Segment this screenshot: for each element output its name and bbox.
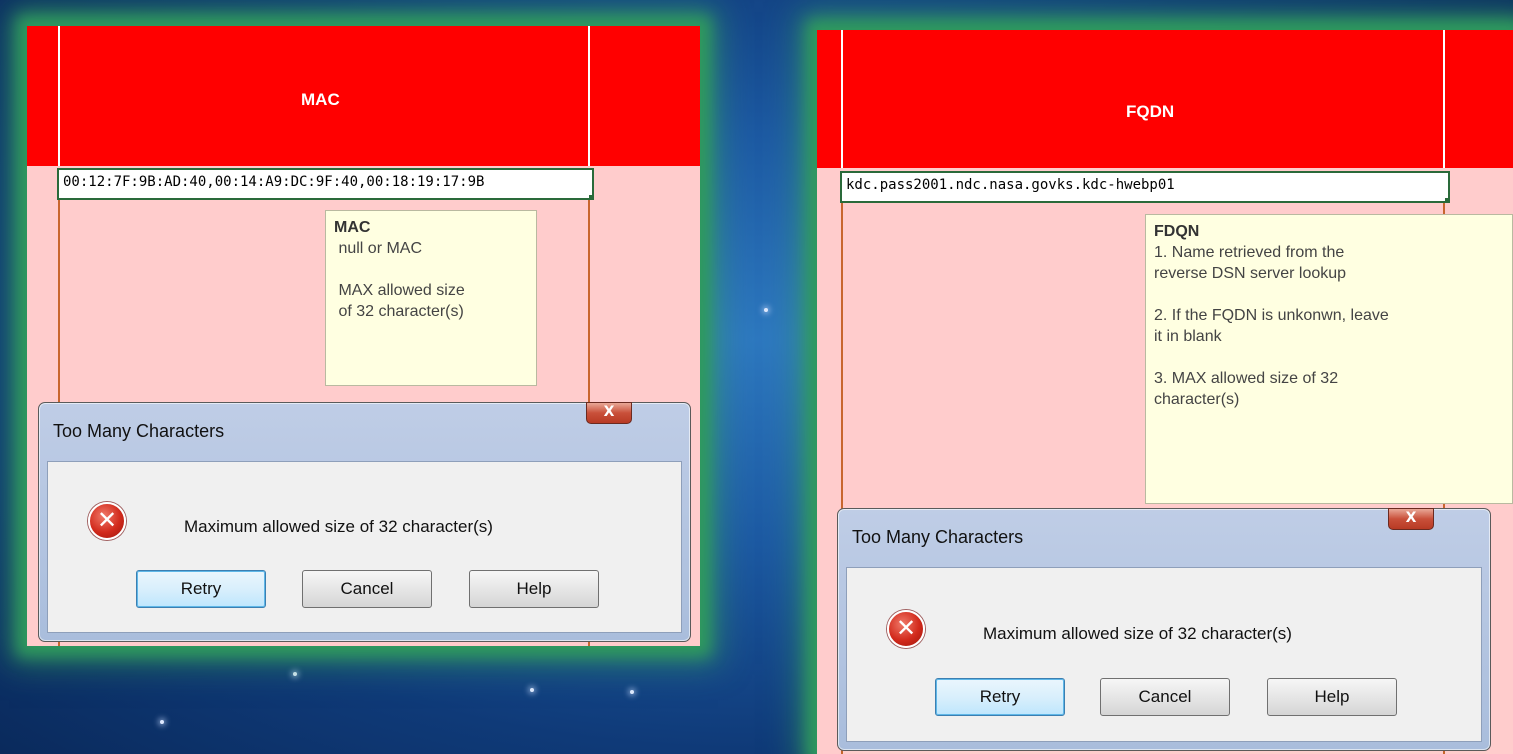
mac-input-tooltip: MAC null or MAC MAX allowed size of 32 c… [325, 210, 537, 386]
fqdn-cell-input[interactable]: kdc.pass2001.ndc.nasa.govks.kdc-hwebp01 [840, 171, 1450, 203]
mac-cell-value: 00:12:7F:9B:AD:40,00:14:A9:DC:9F:40,00:1… [63, 174, 485, 190]
tooltip-line: reverse DSN server lookup [1154, 265, 1347, 282]
error-icon: ✕ [88, 502, 126, 540]
tooltip-line: 3. MAX allowed size of 32 [1154, 370, 1339, 387]
dialog-message: Maximum allowed size of 32 character(s) [983, 624, 1292, 643]
dialog-title: Too Many Characters [53, 421, 225, 441]
column-divider [58, 26, 60, 166]
mac-header-label: MAC [301, 90, 340, 109]
retry-button[interactable]: Retry [136, 570, 266, 608]
help-button[interactable]: Help [469, 570, 599, 608]
close-button[interactable]: X [1388, 508, 1434, 530]
background-star [293, 672, 297, 676]
fqdn-spreadsheet-panel: FQDN kdc.pass2001.ndc.nasa.govks.kdc-hwe… [817, 30, 1513, 754]
tooltip-line: MAX allowed size [334, 282, 465, 299]
too-many-characters-dialog: Too Many Characters X ✕ Maximum allowed … [38, 402, 691, 642]
cancel-button[interactable]: Cancel [1100, 678, 1230, 716]
tooltip-line: 2. If the FQDN is unkonwn, leave [1154, 307, 1389, 324]
mac-spreadsheet-panel: MAC 00:12:7F:9B:AD:40,00:14:A9:DC:9F:40,… [27, 26, 700, 646]
dialog-body: ✕ Maximum allowed size of 32 character(s… [47, 461, 682, 633]
retry-button[interactable]: Retry [935, 678, 1065, 716]
tooltip-title: MAC [334, 219, 371, 236]
tooltip-line: null or MAC [334, 240, 423, 257]
background-star [764, 308, 768, 312]
mac-column-header[interactable]: MAC [27, 26, 700, 166]
fill-handle[interactable] [1445, 198, 1448, 201]
background-star [530, 688, 534, 692]
close-button[interactable]: X [586, 402, 632, 424]
fill-handle[interactable] [589, 195, 592, 198]
tooltip-line: 1. Name retrieved from the [1154, 244, 1345, 261]
error-icon: ✕ [887, 610, 925, 648]
dialog-title: Too Many Characters [852, 527, 1024, 547]
fqdn-column-header[interactable]: FQDN [817, 30, 1513, 168]
background-star [630, 690, 634, 694]
tooltip-line: it in blank [1154, 328, 1222, 345]
fqdn-cell-value: kdc.pass2001.ndc.nasa.govks.kdc-hwebp01 [846, 177, 1175, 193]
fqdn-input-tooltip: FDQN 1. Name retrieved from the reverse … [1145, 214, 1513, 504]
column-divider [588, 26, 590, 166]
cancel-button[interactable]: Cancel [302, 570, 432, 608]
dialog-message: Maximum allowed size of 32 character(s) [184, 517, 493, 536]
background-star [160, 720, 164, 724]
column-divider [841, 30, 843, 168]
too-many-characters-dialog: Too Many Characters X ✕ Maximum allowed … [837, 508, 1491, 751]
fqdn-header-label: FQDN [1126, 102, 1175, 121]
tooltip-line: of 32 character(s) [334, 303, 464, 320]
column-divider [1443, 30, 1445, 168]
tooltip-title: FDQN [1154, 223, 1200, 240]
help-button[interactable]: Help [1267, 678, 1397, 716]
tooltip-line: character(s) [1154, 391, 1240, 408]
mac-cell-input[interactable]: 00:12:7F:9B:AD:40,00:14:A9:DC:9F:40,00:1… [57, 168, 594, 200]
dialog-body: ✕ Maximum allowed size of 32 character(s… [846, 567, 1482, 742]
